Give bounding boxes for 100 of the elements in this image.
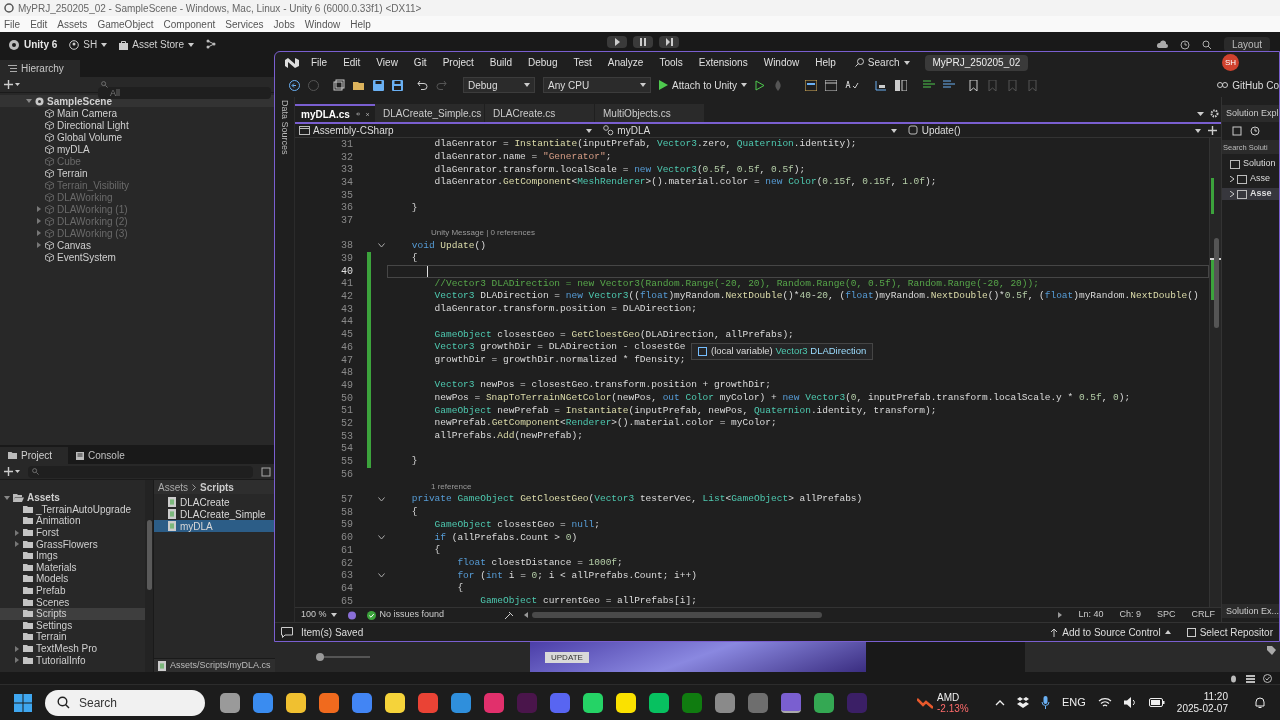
folder-item[interactable]: Animation — [0, 515, 145, 527]
hierarchy-item[interactable]: Global Volume — [0, 131, 275, 143]
stock-chart-icon[interactable] — [917, 696, 933, 709]
history-icon[interactable] — [1250, 126, 1260, 136]
app-icon[interactable] — [286, 692, 306, 713]
navigation-dropdown[interactable]: Assembly-CSharp — [295, 123, 597, 138]
panel-tab[interactable]: Console — [68, 447, 136, 464]
script-asset[interactable]: DLACreate — [154, 496, 275, 508]
app-icon[interactable] — [616, 692, 636, 713]
bookmark-icon[interactable] — [969, 79, 979, 91]
menu-item[interactable]: Component — [163, 16, 216, 32]
app-icon[interactable] — [649, 692, 669, 713]
source-control-button[interactable]: Add to Source Control — [1050, 624, 1171, 640]
update-button[interactable]: UPDATE — [545, 652, 589, 663]
fold-chevron-icon[interactable] — [377, 497, 385, 503]
solution-tree-item[interactable]: Asse — [1222, 188, 1279, 200]
menu-item[interactable]: Analyze — [607, 55, 644, 70]
data-sources-tab[interactable]: Data Sources — [277, 100, 292, 622]
code-lens[interactable]: 1 reference — [431, 480, 472, 493]
folder-item[interactable]: Models — [0, 573, 145, 585]
menu-item[interactable]: Jobs — [273, 16, 295, 32]
scrollbar-thumb[interactable] — [1214, 238, 1219, 328]
folder-item[interactable]: Terrain — [0, 631, 145, 643]
menu-item[interactable]: Services — [225, 16, 264, 32]
editor-tab[interactable]: DLACreate_Simple.cs — [375, 104, 485, 122]
navigation-dropdown[interactable]: Update() — [903, 123, 1205, 138]
pause-icon[interactable] — [633, 36, 653, 48]
add-button[interactable] — [4, 467, 20, 476]
menu-item[interactable]: Window — [304, 16, 341, 32]
version-control-icon[interactable] — [205, 39, 216, 49]
platform-dropdown[interactable]: Any CPU — [543, 77, 651, 93]
hierarchy-item[interactable]: EventSystem — [0, 251, 275, 263]
clock-time[interactable]: 11:20 — [1203, 690, 1228, 703]
hierarchy-item[interactable]: Canvas — [0, 239, 275, 251]
code-lens[interactable]: Unity Message | 0 references — [431, 227, 535, 240]
app-icon[interactable] — [583, 692, 603, 713]
editor-tab[interactable]: MultiObjects.cs — [595, 104, 705, 122]
notification-icon[interactable] — [1254, 696, 1266, 709]
asset-store-dropdown[interactable]: Asset Store — [119, 37, 194, 52]
folder-item[interactable]: Scenes — [0, 596, 145, 608]
account-avatar[interactable]: SH — [1222, 54, 1239, 71]
collapsed-arrow-icon[interactable] — [36, 242, 42, 248]
hierarchy-tab[interactable]: Hierarchy — [0, 60, 80, 77]
folder-item[interactable]: Scripts — [0, 607, 145, 620]
collapsed-arrow-icon[interactable] — [14, 529, 20, 536]
uncomment-lines-icon[interactable] — [943, 79, 956, 91]
menu-item[interactable]: Build — [489, 55, 512, 70]
split-add-icon[interactable] — [1208, 126, 1217, 135]
spell-check-icon[interactable] — [845, 79, 860, 91]
solution-tree-item[interactable]: Asse — [1222, 173, 1279, 185]
menu-item[interactable]: Help — [350, 16, 371, 32]
hierarchy-item[interactable]: Terrain — [0, 167, 275, 179]
save-icon[interactable] — [373, 79, 384, 91]
search-field[interactable]: All — [98, 87, 271, 100]
clock-date[interactable]: 2025-02-07 — [1176, 702, 1228, 715]
filter-icon[interactable] — [261, 466, 271, 477]
fold-chevron-icon[interactable] — [377, 573, 385, 579]
folder-item[interactable]: Forst — [0, 526, 145, 539]
brush-icon[interactable] — [504, 610, 515, 620]
expanded-arrow-icon[interactable] — [4, 494, 10, 501]
cursor-line-indicator[interactable]: Ln: 40 — [1078, 608, 1104, 622]
check-circle-icon[interactable] — [1263, 673, 1272, 683]
battery-icon[interactable] — [1148, 698, 1165, 707]
layout-icon[interactable] — [825, 79, 838, 91]
folder-item[interactable]: Prefab — [0, 584, 145, 597]
search-button[interactable]: Search — [854, 55, 910, 70]
folder-item[interactable]: TutorialInfo — [0, 654, 145, 666]
app-icon[interactable] — [220, 692, 240, 713]
close-icon[interactable] — [365, 110, 369, 118]
browse-icon[interactable] — [805, 79, 818, 91]
solution-explorer-tab[interactable]: Solution Expl — [1222, 105, 1279, 122]
folder-item[interactable]: Materials — [0, 561, 145, 574]
menu-item[interactable]: View — [376, 55, 398, 70]
editor-tab[interactable]: myDLA.cs — [295, 104, 375, 122]
app-icon[interactable] — [385, 692, 405, 713]
line-ending-indicator[interactable]: CRLF — [1191, 608, 1215, 622]
solution-explorer-tab[interactable]: Solution Ex... — [1222, 604, 1279, 618]
folder-item[interactable]: _TerrainAutoUpgrade — [0, 503, 145, 516]
folder-item[interactable]: Assets — [0, 492, 145, 504]
folder-item[interactable]: GrassFlowers — [0, 538, 145, 550]
navigation-dropdown[interactable]: myDLA — [599, 123, 901, 138]
menu-item[interactable]: Edit — [30, 16, 48, 32]
language-indicator[interactable]: ENG — [1062, 694, 1086, 711]
comment-lines-icon[interactable] — [923, 79, 936, 91]
scrollbar-thumb[interactable] — [146, 520, 152, 590]
folder-item[interactable]: Settings — [0, 619, 145, 632]
menu-item[interactable]: Edit — [343, 55, 361, 70]
back-icon[interactable] — [289, 79, 300, 91]
menu-item[interactable]: Window — [763, 55, 800, 70]
scroll-left-icon[interactable] — [524, 612, 529, 618]
app-icon[interactable] — [781, 692, 801, 713]
zoom-dropdown[interactable]: 100 % — [301, 608, 337, 622]
scroll-right-icon[interactable] — [1058, 612, 1063, 618]
split-icon[interactable] — [895, 79, 908, 91]
app-icon[interactable] — [319, 692, 339, 713]
tab-list-icon[interactable] — [1197, 112, 1204, 116]
scrollbar-thumb[interactable] — [532, 612, 823, 618]
cloud-icon[interactable] — [1155, 40, 1168, 49]
collapsed-arrow-icon[interactable] — [14, 541, 20, 548]
panel-tab[interactable]: Project — [0, 447, 68, 464]
